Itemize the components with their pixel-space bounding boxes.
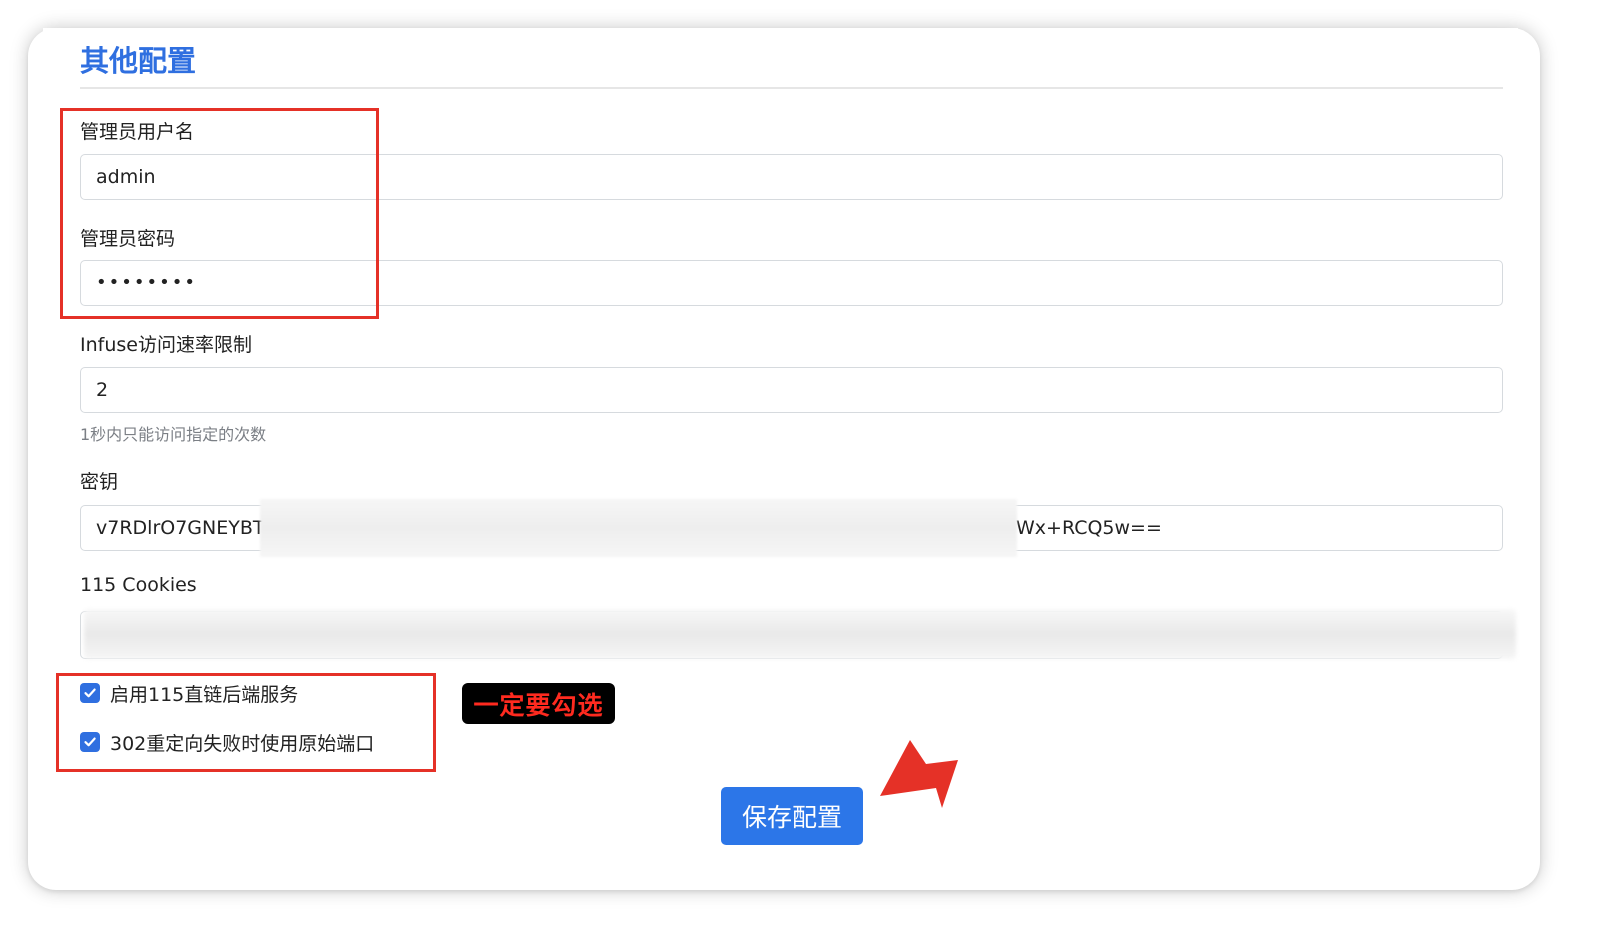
annotation-box-credentials <box>60 108 379 319</box>
secret-key-label: 密钥 <box>80 471 119 493</box>
save-button[interactable]: 保存配置 <box>721 787 863 845</box>
secret-key-value-end: Wx+RCQ5w== <box>1016 517 1162 539</box>
section-divider <box>80 87 1503 89</box>
section-title: 其他配置 <box>80 44 197 78</box>
infuse-rate-hint: 1秒内只能访问指定的次数 <box>80 425 267 444</box>
secret-key-redaction <box>260 499 1017 557</box>
infuse-rate-value: 2 <box>96 379 109 401</box>
annotation-tag: 一定要勾选 <box>462 683 615 724</box>
infuse-rate-input[interactable]: 2 <box>80 367 1503 413</box>
annotation-box-options <box>56 673 436 772</box>
cookies-label: 115 Cookies <box>80 574 197 596</box>
cookies-redaction <box>84 609 1516 659</box>
secret-key-value-start: v7RDlrO7GNEYBT <box>96 517 265 539</box>
infuse-rate-label: Infuse访问速率限制 <box>80 334 252 356</box>
annotation-arrow-icon <box>880 740 958 808</box>
